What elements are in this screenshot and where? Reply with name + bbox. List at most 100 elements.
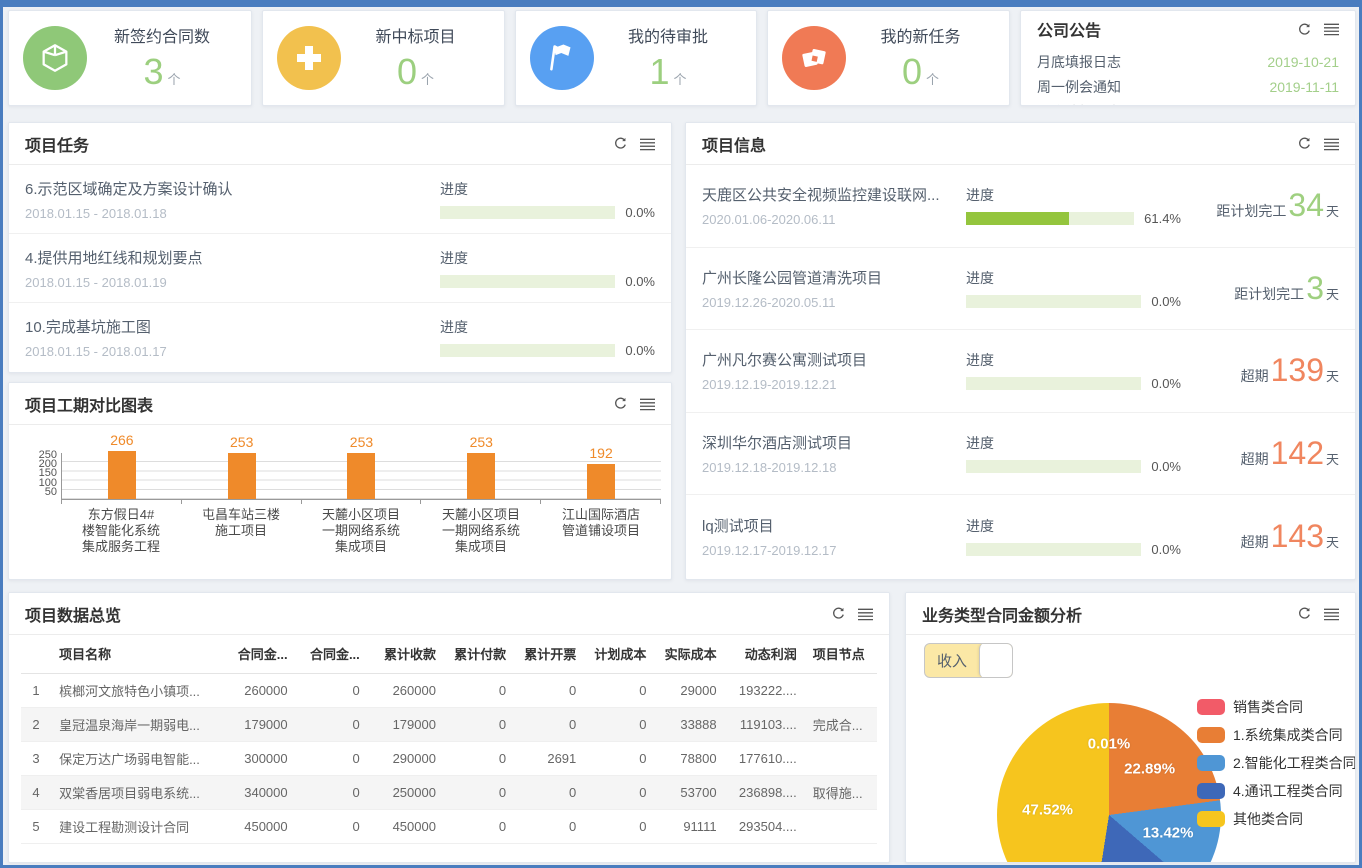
project-info-row[interactable]: 天鹿区公共安全视频监控建设联网...2020.01.06-2020.06.11进… [686, 165, 1355, 248]
table-row[interactable]: 1槟榔河文旅特色小镇项...26000002600000002900019322… [21, 673, 877, 707]
menu-icon[interactable] [1324, 607, 1339, 621]
toggle-knob[interactable] [979, 643, 1012, 678]
table-row[interactable]: 5建设工程勘测设计合同450000045000000091111293504..… [21, 809, 877, 843]
table-cell: 0 [584, 809, 654, 843]
announcement-row[interactable]: 月底填报日志2019-10-21 [1037, 99, 1339, 106]
table-cell: 340000 [219, 775, 295, 809]
bar[interactable]: 266 [108, 451, 136, 499]
income-toggle[interactable]: 收入 [924, 643, 1013, 678]
status-days: 143 [1271, 518, 1324, 554]
table-cell: 293504.... [725, 809, 805, 843]
bar[interactable]: 253 [347, 453, 375, 499]
legend-label: 其他类合同 [1233, 809, 1303, 829]
announcements-list: 月底填报日志2019-10-21周一例会通知2019-11-11月底填报日志20… [1021, 47, 1355, 106]
bar[interactable]: 253 [467, 453, 495, 499]
progress-bar [440, 275, 615, 288]
table-row[interactable]: 4双棠香居项目弱电系统...34000002500000005370023689… [21, 775, 877, 809]
status-days: 139 [1271, 352, 1324, 388]
progress-label: 进度 [966, 268, 1181, 288]
pie-chart-area: 收入 0.01%22.89%13.42%16.16%47.52%销售类合同1.系… [906, 635, 1355, 861]
kpi-unit: 个 [674, 72, 687, 87]
kpi-card[interactable]: 新签约合同数 3个 [8, 10, 252, 106]
refresh-icon[interactable] [1297, 136, 1312, 151]
legend-item[interactable]: 4.通讯工程类合同 [1197, 781, 1356, 801]
table-cell: 0 [444, 707, 514, 741]
legend-item[interactable]: 销售类合同 [1197, 697, 1356, 717]
menu-icon[interactable] [640, 397, 655, 411]
kpi-unit: 个 [168, 72, 181, 87]
progress-bar [966, 543, 1141, 556]
progress-bar [966, 212, 1134, 225]
project-info-row[interactable]: 广州凡尔赛公寓测试项目2019.12.19-2019.12.21进度0.0%超期… [686, 330, 1355, 413]
table-cell: 260000 [219, 673, 295, 707]
legend-item[interactable]: 1.系统集成类合同 [1197, 725, 1356, 745]
legend-label: 4.通讯工程类合同 [1233, 781, 1343, 801]
announcement-row[interactable]: 周一例会通知2019-11-11 [1037, 74, 1339, 99]
bar[interactable]: 253 [228, 453, 256, 499]
refresh-icon[interactable] [831, 606, 846, 621]
legend-item[interactable]: 2.智能化工程类合同 [1197, 753, 1356, 773]
kpi-value: 1 [649, 51, 669, 92]
task-row[interactable]: 4.提供用地红线和规划要点2018.01.15 - 2018.01.19进度0.… [9, 234, 671, 303]
table-row[interactable]: 2皇冠温泉海岸一期弱电...17900001790000003388811910… [21, 707, 877, 741]
table-row[interactable]: 3保定万达广场弱电智能...30000002900000269107880017… [21, 741, 877, 775]
legend-item[interactable]: 其他类合同 [1197, 809, 1356, 829]
pie-chart[interactable] [997, 703, 1221, 863]
data-table-panel: 项目数据总览 项目名称合同金...合同金...累计收款累计付款累计开票计划成本实… [8, 592, 890, 863]
kpi-unit: 个 [926, 72, 939, 87]
project-name: 广州长隆公园管道清洗项目 [702, 267, 966, 288]
table-cell: 5 [21, 809, 51, 843]
project-dates: 2020.01.06-2020.06.11 [702, 212, 966, 227]
table-cell: 取得施... [805, 775, 877, 809]
table-cell: 250000 [368, 775, 444, 809]
menu-icon[interactable] [858, 607, 873, 621]
task-row[interactable]: 6.示范区域确定及方案设计确认2018.01.15 - 2018.01.18进度… [9, 165, 671, 234]
table-cell: 236898.... [725, 775, 805, 809]
project-data-table: 项目名称合同金...合同金...累计收款累计付款累计开票计划成本实际成本动态利润… [21, 635, 877, 844]
table-cell: 0 [584, 775, 654, 809]
menu-icon[interactable] [1324, 22, 1339, 36]
progress-bar [440, 344, 615, 357]
table-cell: 300000 [219, 741, 295, 775]
progress-percent: 0.0% [1151, 376, 1181, 391]
y-axis: 25020015010050 [9, 451, 57, 497]
table-cell: 0 [296, 707, 368, 741]
table-cell: 450000 [219, 809, 295, 843]
progress-label: 进度 [440, 317, 655, 337]
refresh-icon[interactable] [1297, 22, 1312, 37]
announcement-label: 周一例会通知 [1037, 77, 1121, 97]
task-row[interactable]: 10.完成基坑施工图2018.01.15 - 2018.01.17进度0.0% [9, 303, 671, 372]
table-cell: 0 [296, 809, 368, 843]
y-tick-label: 50 [9, 488, 57, 497]
menu-icon[interactable] [1324, 137, 1339, 151]
project-info-row[interactable]: lq测试项目2019.12.17-2019.12.17进度0.0%超期143天 [686, 495, 1355, 578]
kpi-card[interactable]: 我的新任务0个 [767, 10, 1010, 106]
menu-icon[interactable] [640, 137, 655, 151]
kpi-value: 3 [143, 51, 163, 92]
table-column-header: 合同金... [219, 635, 295, 673]
progress-bar [966, 377, 1141, 390]
table-cell: 260000 [368, 673, 444, 707]
project-info-row[interactable]: 深圳华尔酒店测试项目2019.12.18-2019.12.18进度0.0%超期1… [686, 413, 1355, 496]
table-cell: 0 [296, 673, 368, 707]
table-cell: 450000 [368, 809, 444, 843]
table-cell: 皇冠温泉海岸一期弱电... [51, 707, 219, 741]
kpi-card[interactable]: 新中标项目0个 [262, 10, 505, 106]
kpi-label: 新签约合同数 [87, 23, 237, 47]
legend-swatch [1197, 727, 1225, 743]
project-info-row[interactable]: 广州长隆公园管道清洗项目2019.12.26-2020.05.11进度0.0%距… [686, 248, 1355, 331]
announcement-row[interactable]: 月底填报日志2019-10-21 [1037, 49, 1339, 74]
refresh-icon[interactable] [613, 136, 628, 151]
refresh-icon[interactable] [1297, 606, 1312, 621]
category-label: 江山国际酒店管道铺设项目 [541, 507, 661, 555]
task-dates: 2018.01.15 - 2018.01.19 [25, 275, 440, 290]
kpi-card[interactable]: 我的待审批1个 [515, 10, 757, 106]
project-dates: 2019.12.19-2019.12.21 [702, 377, 966, 392]
refresh-icon[interactable] [613, 396, 628, 411]
project-tasks-title: 项目任务 [25, 132, 89, 156]
announcement-label: 月底填报日志 [1037, 102, 1121, 107]
bar[interactable]: 192 [587, 464, 615, 499]
status-unit: 天 [1326, 204, 1339, 219]
progress-label: 进度 [440, 179, 655, 199]
table-cell: 0 [444, 809, 514, 843]
